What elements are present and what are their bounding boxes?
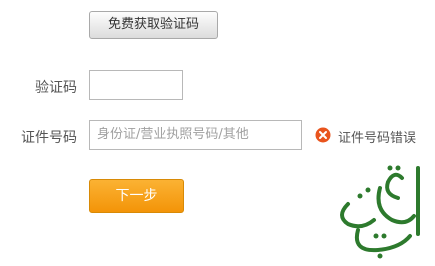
id-number-label: 证件号码	[21, 130, 77, 146]
id-error-message: 证件号码错误	[338, 131, 417, 146]
next-step-button[interactable]: 下一步	[89, 179, 184, 213]
id-number-placeholder: 身份证/营业执照号码/其他	[97, 127, 249, 142]
calligraphy-logo	[340, 165, 420, 259]
id-number-input[interactable]: 身份证/营业执照号码/其他	[89, 120, 302, 150]
verification-code-input[interactable]	[89, 70, 183, 100]
get-code-button[interactable]: 免费获取验证码	[89, 11, 218, 39]
verification-code-label: 验证码	[35, 80, 77, 96]
error-icon	[315, 127, 331, 143]
